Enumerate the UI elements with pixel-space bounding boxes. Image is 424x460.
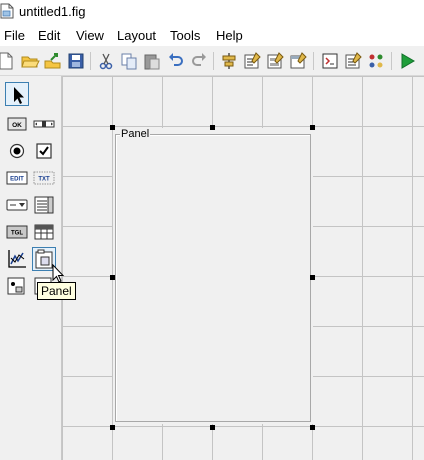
object-browser-icon[interactable] — [366, 51, 386, 71]
axes-tool[interactable] — [5, 247, 29, 271]
resize-handle-top-left[interactable] — [110, 125, 115, 130]
panel-component[interactable]: Panel — [113, 128, 313, 424]
redo-icon[interactable] — [189, 51, 209, 71]
code-editor-icon[interactable] — [320, 51, 340, 71]
popup-menu-tool[interactable] — [5, 193, 29, 217]
menu-help[interactable]: Help — [216, 28, 243, 43]
open-file-icon[interactable] — [20, 51, 40, 71]
resize-handle-bottom[interactable] — [210, 425, 215, 430]
toggle-button-tool[interactable]: TGL — [5, 220, 29, 244]
toolbar-editor-icon[interactable] — [288, 51, 308, 71]
menu-layout[interactable]: Layout — [117, 28, 156, 43]
title-bar: untitled1.fig — [0, 0, 424, 24]
select-tool[interactable] — [5, 82, 29, 106]
tooltip: Panel — [37, 282, 76, 300]
resize-handle-right[interactable] — [310, 275, 315, 280]
menu-tools[interactable]: Tools — [170, 28, 200, 43]
resize-handle-top[interactable] — [210, 125, 215, 130]
listbox-tool[interactable] — [32, 193, 56, 217]
static-text-tool[interactable]: TXT — [32, 166, 56, 190]
button-group-tool[interactable] — [5, 274, 29, 298]
toolbar-separator — [313, 52, 314, 70]
undo-icon[interactable] — [166, 51, 186, 71]
slider-tool[interactable] — [32, 112, 56, 136]
export-icon[interactable] — [43, 51, 63, 71]
resize-handle-left[interactable] — [110, 275, 115, 280]
toolbar-separator — [213, 52, 214, 70]
resize-handle-bottom-right[interactable] — [310, 425, 315, 430]
menu-file[interactable]: File — [4, 28, 25, 43]
mouse-cursor-icon — [52, 264, 65, 283]
panel-title: Panel — [120, 128, 151, 141]
push-button-label: OK — [12, 122, 22, 129]
resize-handle-top-right[interactable] — [310, 125, 315, 130]
layout-canvas[interactable]: Panel — [62, 76, 424, 460]
toggle-button-label: TGL — [11, 231, 23, 237]
tab-order-icon[interactable] — [265, 51, 285, 71]
menu-view[interactable]: View — [76, 28, 104, 43]
save-icon[interactable] — [66, 51, 86, 71]
push-button-tool[interactable]: OK — [5, 112, 29, 136]
menu-edit[interactable]: Edit — [38, 28, 60, 43]
figure-file-icon — [0, 3, 14, 19]
toolbar-separator — [90, 52, 91, 70]
paste-icon[interactable] — [142, 51, 162, 71]
table-tool[interactable] — [32, 220, 56, 244]
align-icon[interactable] — [219, 51, 239, 71]
property-inspector-icon[interactable] — [343, 51, 363, 71]
cut-icon[interactable] — [96, 51, 116, 71]
edit-text-tool[interactable]: EDIT — [5, 166, 29, 190]
panel-border — [115, 134, 311, 422]
edit-text-label: EDIT — [10, 177, 24, 183]
menu-bar: File Edit View Layout Tools Help — [0, 24, 424, 46]
copy-icon[interactable] — [119, 51, 139, 71]
run-icon[interactable] — [397, 51, 417, 71]
resize-handle-bottom-left[interactable] — [110, 425, 115, 430]
radio-button-tool[interactable] — [5, 139, 29, 163]
new-file-icon[interactable] — [0, 51, 16, 71]
check-box-tool[interactable] — [32, 139, 56, 163]
toolbar — [0, 46, 424, 76]
static-text-label: TXT — [38, 177, 50, 183]
menu-editor-icon[interactable] — [242, 51, 262, 71]
toolbar-separator — [391, 52, 392, 70]
window-title: untitled1.fig — [19, 4, 86, 19]
